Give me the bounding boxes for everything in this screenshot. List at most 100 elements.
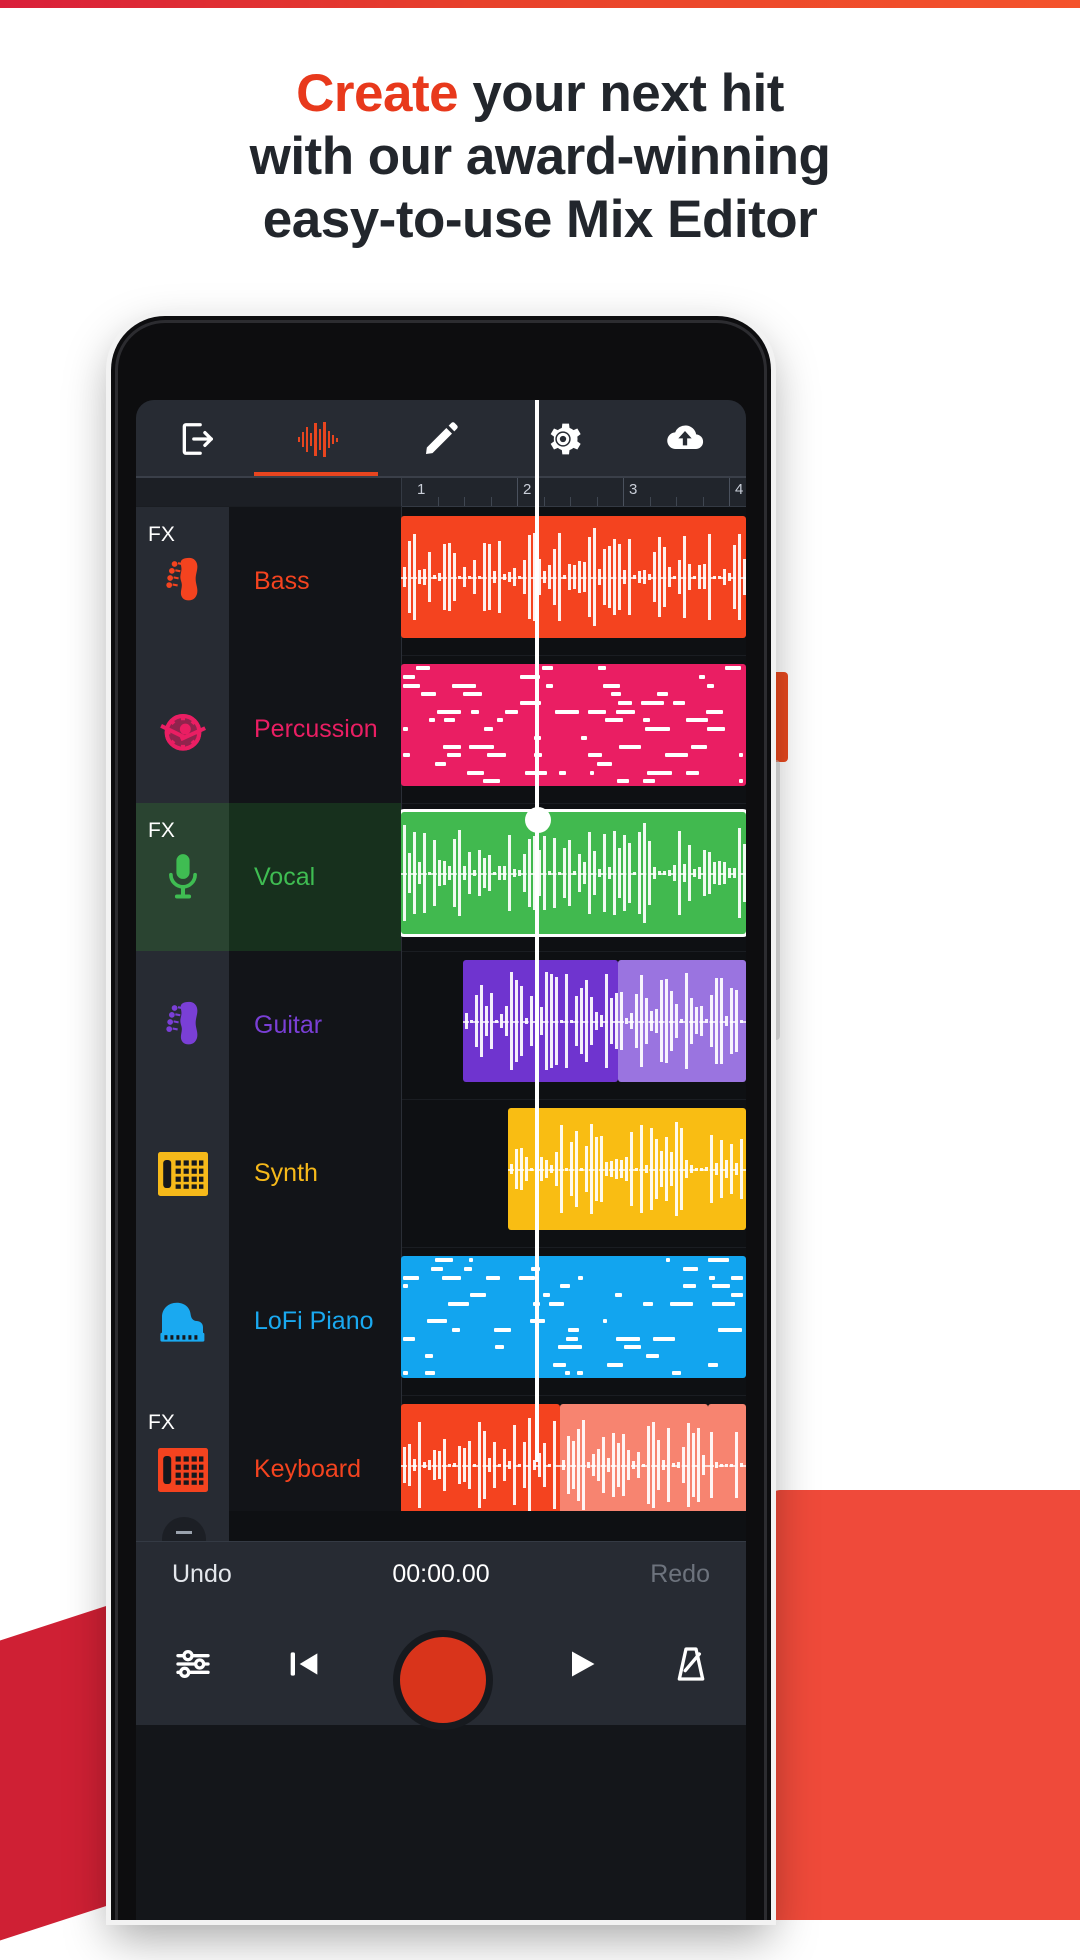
- track-fx-label[interactable]: FX: [148, 819, 175, 843]
- ruler-bar-number: 2: [523, 481, 532, 498]
- track-instrument-header[interactable]: FX: [136, 507, 229, 656]
- grand-piano-icon: [156, 1298, 210, 1351]
- metronome-button[interactable]: [670, 1644, 712, 1689]
- metronome-icon: [670, 1646, 712, 1688]
- track-instrument-header[interactable]: [136, 951, 229, 1100]
- edit-tab-button[interactable]: [380, 400, 502, 478]
- track-name-cell[interactable]: Percussion: [229, 655, 402, 804]
- undo-button[interactable]: Undo: [172, 1560, 232, 1589]
- playhead-handle[interactable]: [525, 807, 551, 833]
- audio-clip[interactable]: [401, 1256, 746, 1378]
- guitar-headstock-icon: [160, 553, 206, 616]
- track-row[interactable]: Percussion: [136, 655, 746, 804]
- exit-button[interactable]: [136, 400, 258, 478]
- track-name-cell[interactable]: LoFi Piano: [229, 1247, 402, 1396]
- track-list[interactable]: FX Bass Percussion FX Vocal Guitar Synth LoFi P…: [136, 507, 746, 1541]
- ruler-ticks: 1 2 3 4: [401, 478, 746, 506]
- track-row[interactable]: Synth: [136, 1099, 746, 1248]
- track-clip-area[interactable]: [401, 1099, 746, 1248]
- mixer-sliders-button[interactable]: [170, 1644, 216, 1689]
- audio-clip[interactable]: [708, 1404, 746, 1526]
- ruler-bar-number: 1: [417, 481, 426, 498]
- audio-clip[interactable]: [463, 960, 618, 1082]
- undo-redo-bar: Undo 00:00.00 Redo: [136, 1541, 746, 1607]
- track-name-label: Vocal: [254, 862, 316, 891]
- track-clip-area[interactable]: [401, 803, 746, 952]
- add-track-row[interactable]: [136, 1511, 746, 1541]
- plus-icon: [176, 1531, 192, 1534]
- redo-button[interactable]: Redo: [650, 1560, 710, 1589]
- ruler-bar-line: [623, 478, 624, 506]
- waveform-icon: [297, 419, 341, 459]
- track-name-cell[interactable]: Vocal: [229, 803, 402, 952]
- mix-editor-app-screen: 1 2 3 4 FX Bass Percussion FX Vocal Guitar Synth L…: [136, 400, 746, 1920]
- guitar-headstock-icon: [160, 997, 206, 1060]
- track-instrument-header[interactable]: [136, 655, 229, 804]
- track-instrument-header[interactable]: [136, 1099, 229, 1248]
- track-clip-area[interactable]: [401, 655, 746, 804]
- ruler-sub-tick: [676, 497, 677, 506]
- track-instrument-header[interactable]: [136, 1247, 229, 1396]
- drum-icon: [155, 702, 211, 763]
- track-name-cell[interactable]: Synth: [229, 1099, 402, 1248]
- mixer-tab-button[interactable]: [258, 400, 380, 478]
- headline-line1-rest: your next hit: [458, 64, 784, 123]
- track-clip-area[interactable]: [401, 507, 746, 656]
- pencil-icon: [421, 419, 461, 459]
- headline-line3: easy-to-use Mix Editor: [262, 190, 818, 249]
- gear-icon: [543, 419, 583, 459]
- play-button[interactable]: [561, 1644, 603, 1689]
- track-row[interactable]: Guitar: [136, 951, 746, 1100]
- page-title: Create your next hit with our award-winn…: [0, 62, 1080, 251]
- clip-waveform: [401, 812, 746, 934]
- track-name-label: Guitar: [254, 1010, 323, 1039]
- settings-tab-button[interactable]: [502, 400, 624, 478]
- audio-clip[interactable]: [401, 812, 746, 934]
- track-row[interactable]: FX Bass: [136, 507, 746, 656]
- audio-clip[interactable]: [401, 664, 746, 786]
- rewind-button[interactable]: [283, 1644, 325, 1689]
- upload-button[interactable]: [624, 400, 746, 478]
- time-display: 00:00.00: [392, 1560, 490, 1588]
- rewind-to-start-icon: [283, 1651, 325, 1688]
- track-row[interactable]: LoFi Piano: [136, 1247, 746, 1396]
- ruler-bar-number: 4: [735, 481, 744, 498]
- track-clip-area[interactable]: [401, 951, 746, 1100]
- track-name-label: Bass: [254, 566, 310, 595]
- track-fx-label[interactable]: FX: [148, 523, 175, 547]
- ruler-lane-head: [136, 478, 402, 507]
- audio-clip[interactable]: [618, 960, 746, 1082]
- add-track-header[interactable]: [136, 1511, 229, 1541]
- track-row[interactable]: FX Vocal: [136, 803, 746, 952]
- clip-waveform: [560, 1404, 708, 1526]
- exit-icon: [178, 420, 216, 458]
- ruler-bar-line: [517, 478, 518, 506]
- audio-clip[interactable]: [508, 1108, 746, 1230]
- playhead-line[interactable]: [535, 400, 539, 1462]
- clip-waveform: [463, 960, 618, 1082]
- ruler-sub-tick: [437, 497, 439, 506]
- track-name-label: Keyboard: [254, 1454, 362, 1483]
- transport-bar: [136, 1607, 746, 1730]
- track-name-cell[interactable]: Guitar: [229, 951, 402, 1100]
- timeline-ruler[interactable]: 1 2 3 4: [136, 478, 746, 507]
- audio-clip[interactable]: [560, 1404, 708, 1526]
- microphone-icon: [161, 849, 205, 912]
- ruler-bar-number: 3: [629, 481, 638, 498]
- track-instrument-header[interactable]: FX: [136, 803, 229, 952]
- add-track-circle[interactable]: [162, 1517, 206, 1541]
- decorative-red-block-right: [770, 1490, 1080, 1920]
- record-button[interactable]: [392, 1630, 493, 1730]
- ruler-sub-tick: [596, 497, 598, 506]
- top-accent-bar: [0, 0, 1080, 8]
- ruler-sub-tick: [490, 497, 492, 506]
- drum-machine-icon: [157, 1151, 208, 1201]
- track-fx-label[interactable]: FX: [148, 1411, 175, 1435]
- headline-line2: with our award-winning: [249, 127, 831, 186]
- cloud-upload-icon: [663, 419, 707, 459]
- track-name-cell[interactable]: Bass: [229, 507, 402, 656]
- drum-machine-icon: [157, 1447, 208, 1497]
- track-clip-area[interactable]: [401, 1247, 746, 1396]
- audio-clip[interactable]: [401, 516, 746, 638]
- headline-accent-word: Create: [296, 64, 459, 123]
